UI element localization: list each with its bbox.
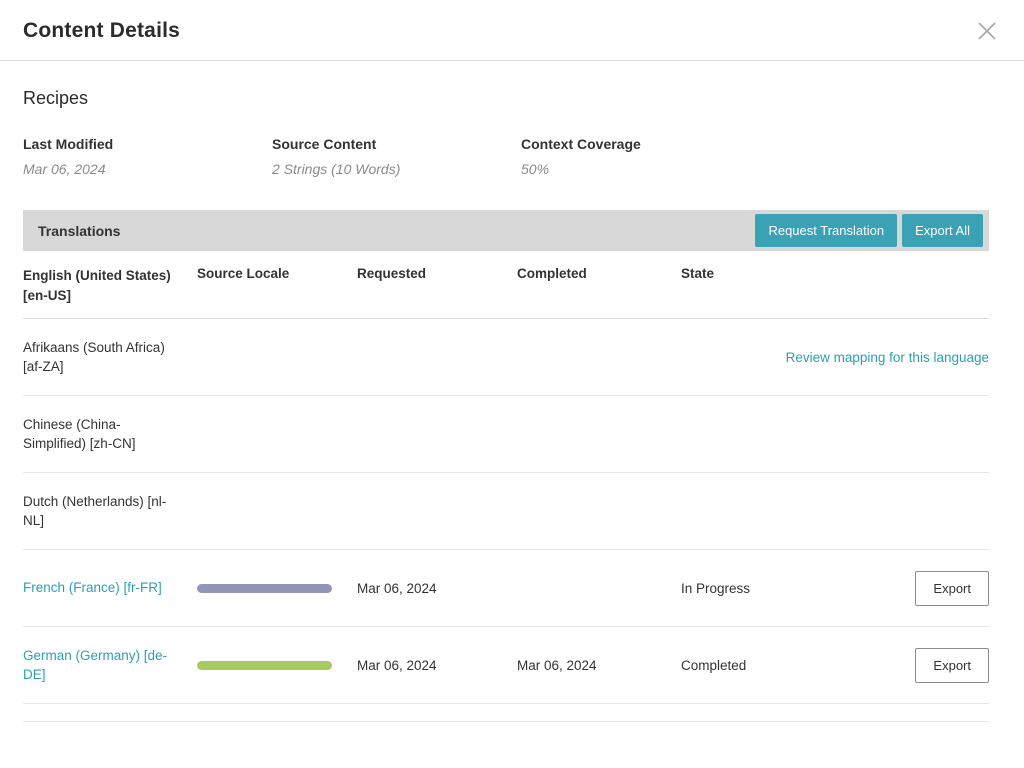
meta-label: Last Modified: [23, 136, 272, 152]
progress-bar: [197, 661, 332, 670]
page-title: Content Details: [23, 19, 180, 43]
meta-label: Source Content: [272, 136, 521, 152]
requested-cell: Mar 06, 2024: [357, 658, 517, 673]
export-all-button[interactable]: Export All: [902, 214, 983, 247]
modal-header: Content Details: [0, 0, 1024, 61]
progress-bar: [197, 584, 332, 593]
column-header-requested: Requested: [357, 266, 517, 281]
table-row: German (Germany) [de-DE] Mar 06, 2024 Ma…: [23, 627, 989, 704]
column-header-completed: Completed: [517, 266, 681, 281]
close-icon: [976, 30, 998, 45]
language-link[interactable]: German (Germany) [de-DE]: [23, 646, 197, 685]
bottom-divider: [23, 721, 989, 722]
request-translation-button[interactable]: Request Translation: [755, 214, 897, 247]
meta-context-coverage: Context Coverage 50%: [521, 136, 770, 177]
content-name: Recipes: [23, 88, 989, 109]
meta-value: Mar 06, 2024: [23, 161, 272, 177]
column-header-source-locale: Source Locale: [197, 266, 357, 281]
table-row: French (France) [fr-FR] Mar 06, 2024 In …: [23, 550, 989, 627]
completed-cell: Mar 06, 2024: [517, 658, 681, 673]
meta-row: Last Modified Mar 06, 2024 Source Conten…: [23, 136, 989, 177]
translations-actions: Request Translation Export All: [755, 214, 983, 247]
column-header-source-language: English (United States) [en-US]: [23, 266, 197, 305]
review-mapping-link[interactable]: Review mapping for this language: [786, 350, 989, 365]
export-button[interactable]: Export: [915, 571, 989, 606]
state-cell: In Progress: [681, 581, 801, 596]
language-cell: Dutch (Netherlands) [nl-NL]: [23, 492, 197, 531]
meta-value: 50%: [521, 161, 770, 177]
source-locale-cell: [197, 661, 357, 670]
requested-cell: Mar 06, 2024: [357, 581, 517, 596]
language-link[interactable]: French (France) [fr-FR]: [23, 578, 197, 598]
table-row: Chinese (China-Simplified) [zh-CN]: [23, 396, 989, 473]
source-locale-cell: [197, 584, 357, 593]
table-row: Dutch (Netherlands) [nl-NL]: [23, 473, 989, 550]
language-cell: Chinese (China-Simplified) [zh-CN]: [23, 415, 197, 454]
export-button[interactable]: Export: [915, 648, 989, 683]
meta-last-modified: Last Modified Mar 06, 2024: [23, 136, 272, 177]
translations-header-bar: Translations Request Translation Export …: [23, 210, 989, 251]
close-button[interactable]: [974, 18, 1000, 44]
table-row: Afrikaans (South Africa) [af-ZA] Review …: [23, 319, 989, 396]
column-header-state: State: [681, 266, 801, 281]
modal-body: Recipes Last Modified Mar 06, 2024 Sourc…: [0, 88, 1024, 722]
meta-source-content: Source Content 2 Strings (10 Words): [272, 136, 521, 177]
translations-title: Translations: [38, 223, 120, 239]
language-cell: Afrikaans (South Africa) [af-ZA]: [23, 338, 197, 377]
meta-value: 2 Strings (10 Words): [272, 161, 521, 177]
table-header: English (United States) [en-US] Source L…: [23, 251, 989, 319]
state-cell: Completed: [681, 658, 801, 673]
meta-label: Context Coverage: [521, 136, 770, 152]
